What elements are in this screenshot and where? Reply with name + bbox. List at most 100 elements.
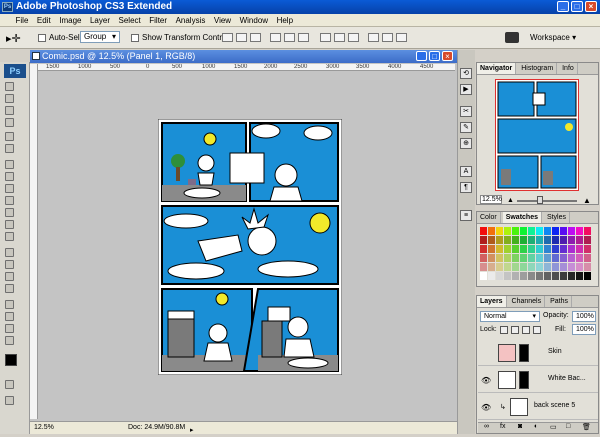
swatch-chip[interactable] [504,227,511,235]
swatch-chip[interactable] [536,263,543,271]
menu-edit[interactable]: Edit [34,14,54,27]
zoom-in-icon[interactable]: ▲ [583,196,591,205]
swatch-chip[interactable] [568,236,575,244]
swatch-chip[interactable] [568,272,575,280]
navigator-zoom-field[interactable]: 12.5% [480,195,502,204]
swatch-chip[interactable] [504,254,511,262]
swatch-chip[interactable] [568,227,575,235]
doc-minimize-button[interactable]: _ [416,51,427,61]
align-bottom-icon[interactable] [250,33,261,42]
swatch-chip[interactable] [560,272,567,280]
fill-field[interactable]: 100% [572,324,596,335]
swatch-chip[interactable] [488,272,495,280]
brushes-panel-icon[interactable]: ✎ [460,122,472,133]
lock-position-icon[interactable] [522,326,530,334]
swatch-chip[interactable] [584,227,591,235]
swatch-chip[interactable] [584,245,591,253]
tab-paths[interactable]: Paths [547,296,572,307]
auto-select-dropdown[interactable]: Group ▾ [80,31,120,43]
swatch-chip[interactable] [584,254,591,262]
menu-filter[interactable]: Filter [146,14,170,27]
swatch-chip[interactable] [496,263,503,271]
notes-tool-icon[interactable] [5,300,14,309]
move-tool-icon[interactable]: ▸✛ [6,32,21,45]
swatch-chip[interactable] [584,263,591,271]
layer-row[interactable]: 👁 White Bac... [478,367,598,393]
swatch-chip[interactable] [576,254,583,262]
link-layers-icon[interactable]: ∞ [484,423,489,430]
tab-swatches[interactable]: Swatches [502,212,542,223]
paragraph-panel-icon[interactable]: ¶ [460,182,472,193]
rectangle-tool-icon[interactable] [5,284,14,293]
swatch-chip[interactable] [512,236,519,244]
zoom-tool-icon[interactable] [5,336,14,345]
doc-close-button[interactable]: × [442,51,453,61]
quick-mask-icon[interactable] [5,380,14,389]
swatch-chip[interactable] [560,263,567,271]
add-mask-icon[interactable]: ◙ [518,423,522,430]
swatch-chip[interactable] [496,272,503,280]
menu-help[interactable]: Help [274,14,296,27]
swatch-chip[interactable] [536,245,543,253]
swatch-chip[interactable] [552,245,559,253]
swatch-chip[interactable] [480,272,487,280]
tab-color[interactable]: Color [477,212,501,223]
tab-channels[interactable]: Channels [509,296,546,307]
menu-view[interactable]: View [211,14,234,27]
show-transform-checkbox[interactable] [131,34,139,42]
swatch-chip[interactable] [560,236,567,244]
character-panel-icon[interactable]: A [460,166,472,177]
healing-brush-tool-icon[interactable] [5,160,14,169]
path-selection-tool-icon[interactable] [5,272,14,281]
lock-pixels-icon[interactable] [511,326,519,334]
swatch-chip[interactable] [480,254,487,262]
swatch-chip[interactable] [504,245,511,253]
brush-tool-icon[interactable] [5,172,14,181]
navigator-thumbnail[interactable] [495,79,579,191]
marquee-tool-icon[interactable] [5,94,14,103]
lock-transparent-icon[interactable] [500,326,508,334]
slice-tool-icon[interactable] [5,144,14,153]
swatch-chip[interactable] [496,254,503,262]
menu-window[interactable]: Window [237,14,271,27]
swatch-chip[interactable] [512,272,519,280]
lock-all-icon[interactable] [533,326,541,334]
distribute-bottom-icon[interactable] [348,33,359,42]
swatch-chip[interactable] [552,263,559,271]
swatch-chip[interactable] [488,227,495,235]
paint-bucket-tool-icon[interactable] [5,220,14,229]
swatch-chip[interactable] [552,272,559,280]
eye-visibility-icon[interactable]: 👁 [481,376,491,385]
swatch-chip[interactable] [584,236,591,244]
swatch-chip[interactable] [488,245,495,253]
type-tool-icon[interactable] [5,260,14,269]
swatch-chip[interactable] [536,236,543,244]
swatch-chip[interactable] [512,227,519,235]
menu-analysis[interactable]: Analysis [173,14,209,27]
doc-maximize-button[interactable]: □ [429,51,440,61]
zoom-slider-track[interactable] [517,200,577,202]
swatch-chip[interactable] [536,254,543,262]
actions-panel-icon[interactable]: ▶ [460,84,472,95]
swatch-chip[interactable] [528,272,535,280]
history-panel-icon[interactable]: ⟲ [460,68,472,79]
swatch-chip[interactable] [576,272,583,280]
swatch-chip[interactable] [536,272,543,280]
layer-style-icon[interactable]: fx [500,423,505,430]
clone-stamp-tool-icon[interactable] [5,184,14,193]
swatch-chip[interactable] [568,263,575,271]
swatch-chip[interactable] [480,263,487,271]
tab-styles[interactable]: Styles [544,212,570,223]
tab-histogram[interactable]: Histogram [518,63,558,74]
swatch-chip[interactable] [488,263,495,271]
swatch-chip[interactable] [568,254,575,262]
pen-tool-icon[interactable] [5,248,14,257]
swatch-chip[interactable] [528,263,535,271]
swatch-chip[interactable] [504,236,511,244]
swatch-chip[interactable] [520,227,527,235]
zoom-slider-thumb[interactable] [537,196,543,204]
foreground-color-swatch[interactable] [5,354,17,366]
swatch-chip[interactable] [576,227,583,235]
layer-row[interactable]: 👁 ↳ back scene 5 [478,394,598,420]
workspace-button[interactable]: Workspace ▾ [530,33,576,42]
